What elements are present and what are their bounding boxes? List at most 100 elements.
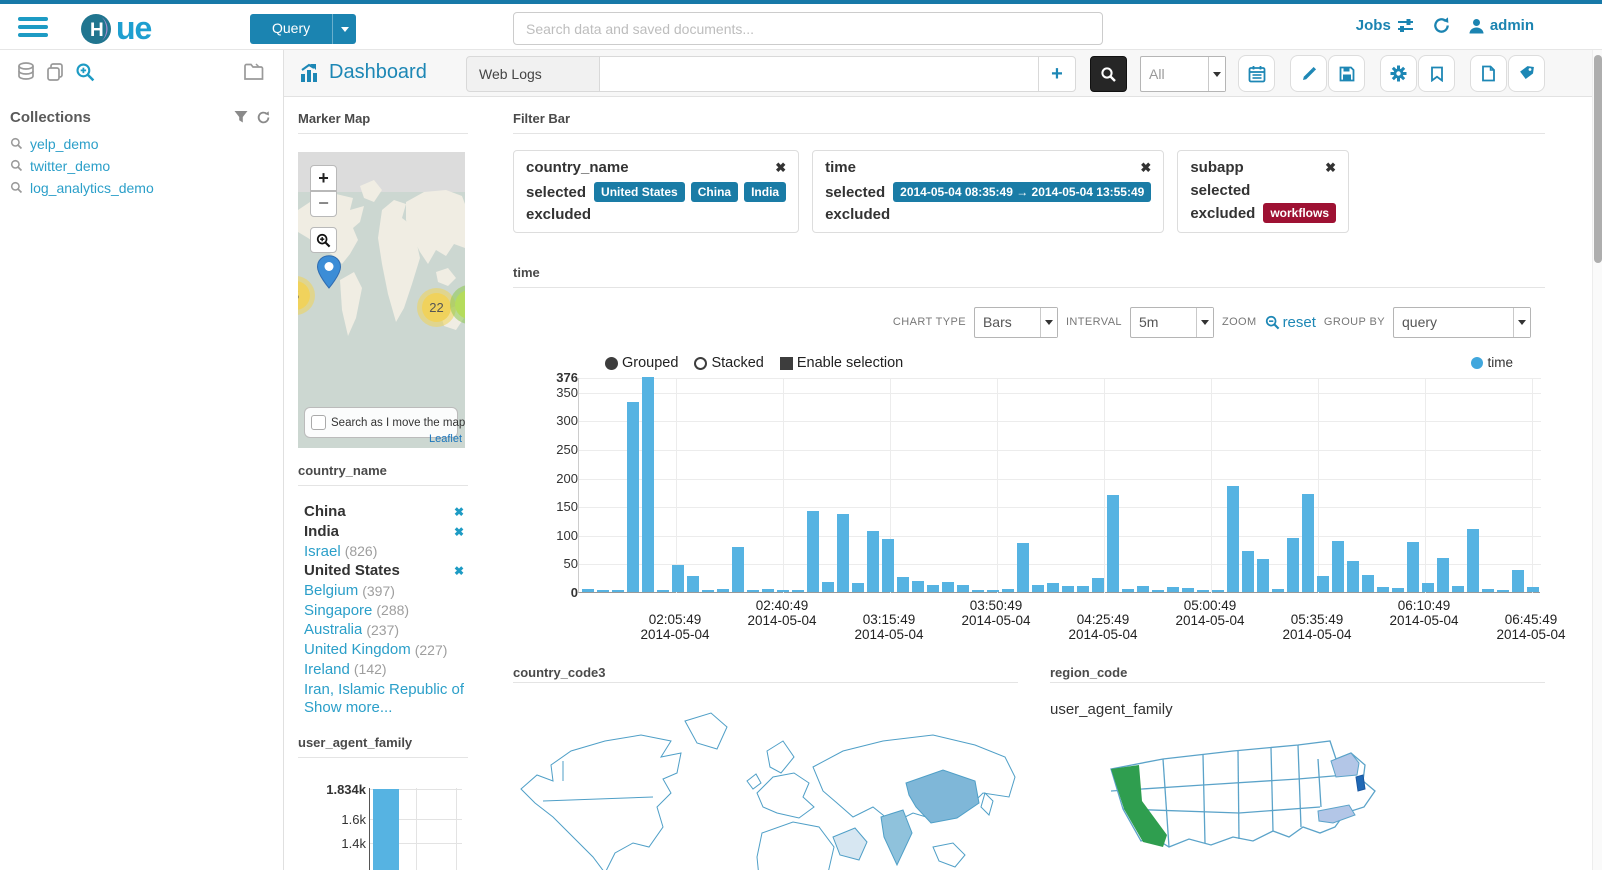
time-chart-bar[interactable] [836,513,849,592]
add-query-button[interactable]: + [1038,56,1076,92]
select-caret[interactable] [1195,307,1213,337]
document-button[interactable] [1470,55,1507,92]
time-chart-bar[interactable] [881,538,894,592]
settings-button[interactable] [1380,55,1417,92]
excluded-filter-chip[interactable]: workflows [1263,203,1337,223]
query-button[interactable]: Query [250,14,357,44]
time-chart-bar[interactable] [1331,540,1344,592]
time-chart-bar[interactable] [1451,586,1464,592]
time-chart-bar[interactable] [1286,537,1299,592]
time-chart-bar[interactable] [611,590,624,592]
hue-logo[interactable]: H ue [78,10,152,47]
time-chart-bar[interactable] [1226,486,1239,592]
dashboard-search-button[interactable] [1090,56,1127,92]
map-zoom-box-button[interactable] [310,227,337,253]
documents-icon[interactable] [45,62,65,82]
time-chart-bar[interactable] [1136,586,1149,592]
time-chart-bar[interactable] [806,510,819,592]
facet-item-label[interactable]: China [304,503,346,520]
select-caret[interactable] [1039,307,1057,337]
time-chart-bar[interactable] [1061,585,1074,592]
time-chart-bar[interactable] [671,565,684,592]
time-chart-bar[interactable] [791,590,804,592]
bookmark-button[interactable] [1418,55,1455,92]
time-chart-bar[interactable] [701,590,714,592]
time-chart-bar[interactable] [1091,577,1104,592]
time-chart-bar[interactable] [986,590,999,592]
time-chart-bar[interactable] [851,583,864,592]
vertical-scrollbar[interactable] [1592,50,1602,870]
collection-item[interactable]: yelp_demo [10,133,275,154]
query-button-label[interactable]: Query [250,14,332,44]
map-marker-pin[interactable] [316,255,342,289]
select-caret[interactable] [1513,307,1530,337]
time-chart-bar[interactable] [1151,589,1164,592]
time-chart-bar[interactable] [1316,576,1329,592]
scrollbar-thumb[interactable] [1594,55,1602,263]
facet-item-label[interactable]: Israel [304,543,341,560]
time-filter-select[interactable]: All [1140,56,1226,92]
uaf-bar[interactable] [373,789,399,870]
zoom-reset-link[interactable]: reset [1265,314,1316,331]
time-chart-bar[interactable] [1361,574,1374,592]
time-chart-bar[interactable] [761,589,774,592]
tag-button[interactable] [1508,55,1545,92]
time-chart-bar[interactable] [656,590,669,592]
time-chart-bar[interactable] [1436,557,1449,592]
enable-selection-checkbox[interactable]: Enable selection [779,355,903,371]
facet-item-label[interactable]: Australia [304,621,362,638]
time-chart-bar[interactable] [731,547,744,592]
zoom-search-icon[interactable] [75,62,96,83]
select-caret[interactable] [1208,57,1225,91]
time-chart-bar[interactable] [1166,587,1179,592]
region-code-us-map[interactable] [1093,729,1423,870]
facet-item-label[interactable]: Singapore [304,602,372,619]
time-chart-bar[interactable] [776,590,789,592]
time-chart-bar[interactable] [581,589,594,592]
time-chart-bar[interactable] [1376,587,1389,592]
filter-card-close-icon[interactable]: ✖ [1325,160,1336,176]
time-chart-bar[interactable] [821,582,834,592]
time-chart-bar[interactable] [1196,589,1209,592]
time-chart-bar[interactable] [596,590,609,592]
time-chart-bar[interactable] [941,582,954,592]
folder-icon[interactable] [243,62,265,82]
map-state-new-jersey[interactable] [1355,774,1366,792]
stacked-radio[interactable]: Stacked [694,355,764,371]
facet-item-label[interactable]: Iran, Islamic Republic of ... [304,681,464,698]
facet-remove-icon[interactable]: ✖ [454,525,464,539]
facet-item-label[interactable]: Ireland [304,661,350,678]
time-chart-bar[interactable] [1466,529,1479,592]
map-zoom-out-button[interactable]: − [310,191,337,217]
time-chart-bar[interactable] [1256,559,1269,592]
query-dropdown-caret[interactable] [332,14,356,44]
time-chart-bar[interactable] [911,581,924,592]
facet-remove-icon[interactable]: ✖ [454,505,464,519]
facet-item-label[interactable]: India [304,523,339,540]
time-chart-bar[interactable] [641,377,654,592]
database-icon[interactable] [16,62,36,82]
marker-map[interactable]: + − 5222 Search as I move the map Leafle [298,152,465,448]
map-region-saudi-arabia[interactable] [832,827,868,861]
facet-item-label[interactable]: United Kingdom [304,641,411,658]
time-chart-bar[interactable] [686,576,699,592]
jobs-link[interactable]: Jobs [1356,17,1414,34]
time-chart-bar[interactable] [971,590,984,592]
time-chart-bar[interactable] [1121,589,1134,592]
time-chart-bar[interactable] [1481,589,1494,592]
time-chart-bar[interactable] [1211,590,1224,592]
time-chart-bar[interactable] [1346,560,1359,592]
time-chart-bar[interactable] [1001,588,1014,592]
filter-card-close-icon[interactable]: ✖ [775,160,786,176]
time-chart-bar[interactable] [1301,493,1314,592]
country-code3-world-map[interactable] [513,697,1018,870]
time-chart-bar[interactable] [1181,588,1194,592]
user-menu[interactable]: admin [1469,17,1534,34]
selected-filter-chip[interactable]: China [690,182,739,202]
time-chart-bar[interactable] [1046,582,1059,592]
leaflet-attribution-link[interactable]: Leaflet [429,433,462,445]
save-button[interactable] [1328,55,1365,92]
time-chart-bar[interactable] [1526,587,1539,592]
map-region-india[interactable] [880,809,913,867]
time-chart-bar[interactable] [866,530,879,592]
